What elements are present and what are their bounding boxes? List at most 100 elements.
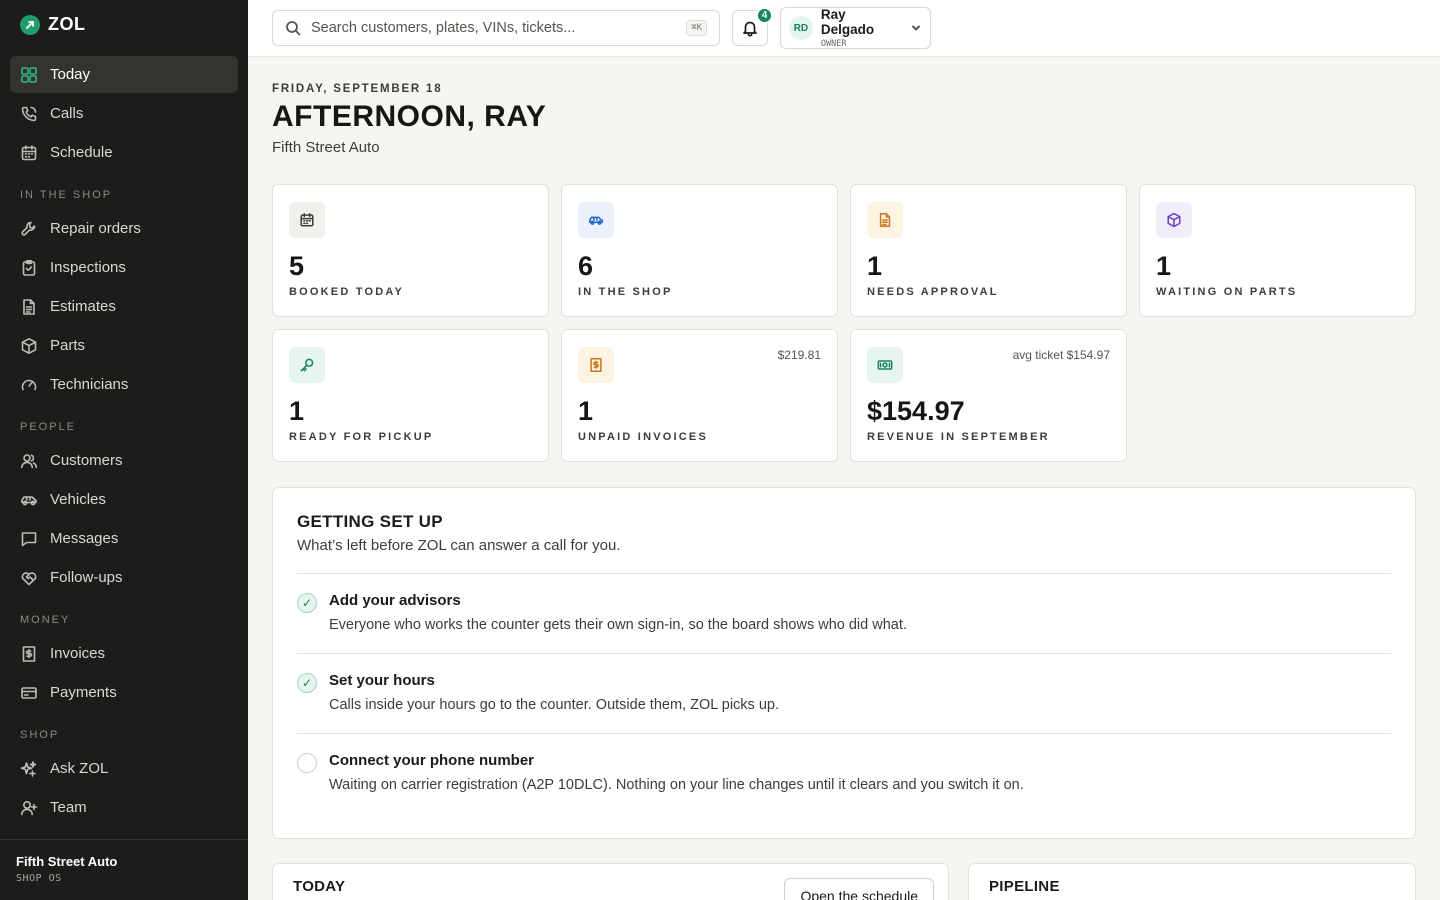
stat-icon-wrap bbox=[578, 202, 614, 238]
stat-label: IN THE SHOP bbox=[578, 286, 673, 298]
sidebar-item-estimates[interactable]: Estimates bbox=[10, 288, 238, 325]
stat-value: 5 bbox=[289, 251, 305, 281]
sidebar-item-label: Technicians bbox=[50, 376, 129, 393]
setup-task[interactable]: ✓ Set your hours Calls inside your hours g… bbox=[297, 653, 1391, 733]
cash-icon bbox=[877, 360, 893, 370]
card-icon bbox=[21, 686, 37, 699]
stat-value: 1 bbox=[867, 251, 883, 281]
check-icon[interactable]: ✓ bbox=[297, 593, 317, 613]
sidebar-section-title: MONEY bbox=[20, 613, 71, 626]
stat-value: 1 bbox=[578, 396, 594, 426]
sidebar-nav: Today Calls Schedule IN THE SHOP Repair orde… bbox=[10, 56, 238, 828]
sidebar-item-label: Parts bbox=[50, 337, 86, 354]
sidebar-item-label: Follow-ups bbox=[50, 569, 123, 586]
users-icon bbox=[21, 453, 38, 468]
stat-card-in-the-shop[interactable]: 6 IN THE SHOP bbox=[561, 184, 838, 317]
stat-card-booked-today[interactable]: 5 BOOKED TODAY bbox=[272, 184, 549, 317]
calendar-icon bbox=[21, 144, 37, 160]
sidebar-item-schedule[interactable]: Schedule bbox=[10, 134, 238, 171]
sidebar-item-label: Vehicles bbox=[50, 491, 106, 508]
stat-label: WAITING ON PARTS bbox=[1156, 286, 1298, 298]
stat-label: NEEDS APPROVAL bbox=[867, 286, 999, 298]
pipeline-panel: PIPELINE bbox=[968, 863, 1416, 900]
car-icon bbox=[589, 216, 603, 225]
shop-switcher[interactable]: Fifth Street Auto SHOP OS bbox=[0, 839, 248, 900]
key-icon bbox=[300, 358, 314, 372]
grid-icon bbox=[21, 66, 37, 83]
document-icon bbox=[23, 298, 35, 315]
sidebar-item-invoices[interactable]: Invoices bbox=[10, 635, 238, 672]
sidebar-item-parts[interactable]: Parts bbox=[10, 327, 238, 364]
stat-label: BOOKED TODAY bbox=[289, 286, 405, 298]
stat-label: UNPAID INVOICES bbox=[578, 431, 708, 443]
sidebar-item-calls[interactable]: Calls bbox=[10, 95, 238, 132]
sidebar-item-today[interactable]: Today bbox=[10, 56, 238, 93]
check-icon[interactable]: ✓ bbox=[297, 673, 317, 693]
empty-circle-icon[interactable] bbox=[297, 753, 317, 773]
shop-label: Fifth Street Auto bbox=[272, 139, 380, 156]
sidebar-section-title: IN THE SHOP bbox=[20, 188, 113, 201]
stat-card-needs-approval[interactable]: 1 NEEDS APPROVAL bbox=[850, 184, 1127, 317]
stat-icon-wrap bbox=[867, 202, 903, 238]
user-menu[interactable]: RD Ray Delgado OWNER bbox=[780, 7, 931, 49]
sidebar-item-customers[interactable]: Customers bbox=[10, 442, 238, 479]
stat-card-unpaid-invoices[interactable]: $219.81 1 UNPAID INVOICES bbox=[561, 329, 838, 462]
stat-value: 6 bbox=[578, 251, 594, 281]
setup-task-title: Connect your phone number bbox=[329, 752, 535, 769]
sparkles-icon bbox=[20, 760, 37, 777]
sidebar-item-payments[interactable]: Payments bbox=[10, 674, 238, 711]
open-schedule-button[interactable]: Open the schedule bbox=[784, 878, 934, 900]
setup-task[interactable]: Connect your phone number Waiting on carr… bbox=[297, 733, 1391, 813]
setup-task[interactable]: ✓ Add your advisors Everyone who works the… bbox=[297, 573, 1391, 653]
brand[interactable]: ZOL bbox=[20, 14, 86, 35]
stat-label: READY FOR PICKUP bbox=[289, 431, 434, 443]
wrench-icon bbox=[21, 221, 36, 236]
shop-name: Fifth Street Auto bbox=[16, 854, 118, 869]
stat-card-ready-for-pickup[interactable]: 1 READY FOR PICKUP bbox=[272, 329, 549, 462]
setup-task-title: Add your advisors bbox=[329, 592, 461, 609]
sidebar-item-technicians[interactable]: Technicians bbox=[10, 366, 238, 403]
sidebar-item-label: Inspections bbox=[50, 259, 126, 276]
sidebar-item-label: Messages bbox=[50, 530, 119, 547]
stat-card-revenue-in-september[interactable]: avg ticket $154.97 $154.97 REVENUE IN SEPT… bbox=[850, 329, 1127, 462]
search-icon bbox=[286, 21, 301, 36]
sidebar-item-vehicles[interactable]: Vehicles bbox=[10, 481, 238, 518]
sidebar-item-label: Schedule bbox=[50, 144, 113, 161]
shop-subtitle: SHOP OS bbox=[16, 873, 62, 884]
sidebar: ZOL Today Calls Schedule IN THE SHOP Repair … bbox=[0, 0, 248, 900]
setup-title: GETTING SET UP bbox=[297, 512, 443, 531]
sidebar-item-label: Today bbox=[50, 66, 91, 83]
notification-badge: 4 bbox=[756, 7, 773, 24]
search-input[interactable] bbox=[311, 20, 677, 36]
receipt-icon bbox=[590, 358, 602, 372]
user-plus-icon bbox=[21, 800, 38, 815]
search-shortcut: ⌘K bbox=[686, 20, 707, 36]
phone-icon bbox=[21, 106, 37, 121]
sidebar-item-team[interactable]: Team bbox=[10, 789, 238, 826]
avatar: RD bbox=[789, 16, 813, 40]
user-name: Ray Delgado bbox=[820, 7, 875, 37]
bell-icon bbox=[743, 21, 757, 37]
stat-card-waiting-on-parts[interactable]: 1 WAITING ON PARTS bbox=[1139, 184, 1416, 317]
search-box[interactable]: ⌘K bbox=[272, 10, 720, 46]
pipeline-panel-title: PIPELINE bbox=[989, 878, 1060, 895]
stat-icon-wrap bbox=[867, 347, 903, 383]
sidebar-item-follow-ups[interactable]: Follow-ups bbox=[10, 559, 238, 596]
box-icon bbox=[21, 337, 37, 354]
stat-aside: avg ticket $154.97 bbox=[1012, 348, 1110, 362]
setup-task-desc: Calls inside your hours go to the counte… bbox=[329, 697, 779, 713]
car-icon bbox=[21, 495, 37, 505]
sidebar-item-ask-zol[interactable]: Ask ZOL bbox=[10, 750, 238, 787]
stat-value: 1 bbox=[1156, 251, 1172, 281]
zol-logo-icon bbox=[20, 14, 40, 35]
sidebar-item-messages[interactable]: Messages bbox=[10, 520, 238, 557]
clipboard-icon bbox=[22, 259, 36, 276]
sidebar-item-repair-orders[interactable]: Repair orders bbox=[10, 210, 238, 247]
message-icon bbox=[21, 531, 37, 546]
today-panel-title: TODAY bbox=[293, 878, 346, 895]
document-icon bbox=[879, 213, 891, 227]
stat-icon-wrap bbox=[578, 347, 614, 383]
notifications-button[interactable]: 4 bbox=[732, 7, 773, 46]
sidebar-item-inspections[interactable]: Inspections bbox=[10, 249, 238, 286]
sidebar-item-label: Estimates bbox=[50, 298, 116, 315]
